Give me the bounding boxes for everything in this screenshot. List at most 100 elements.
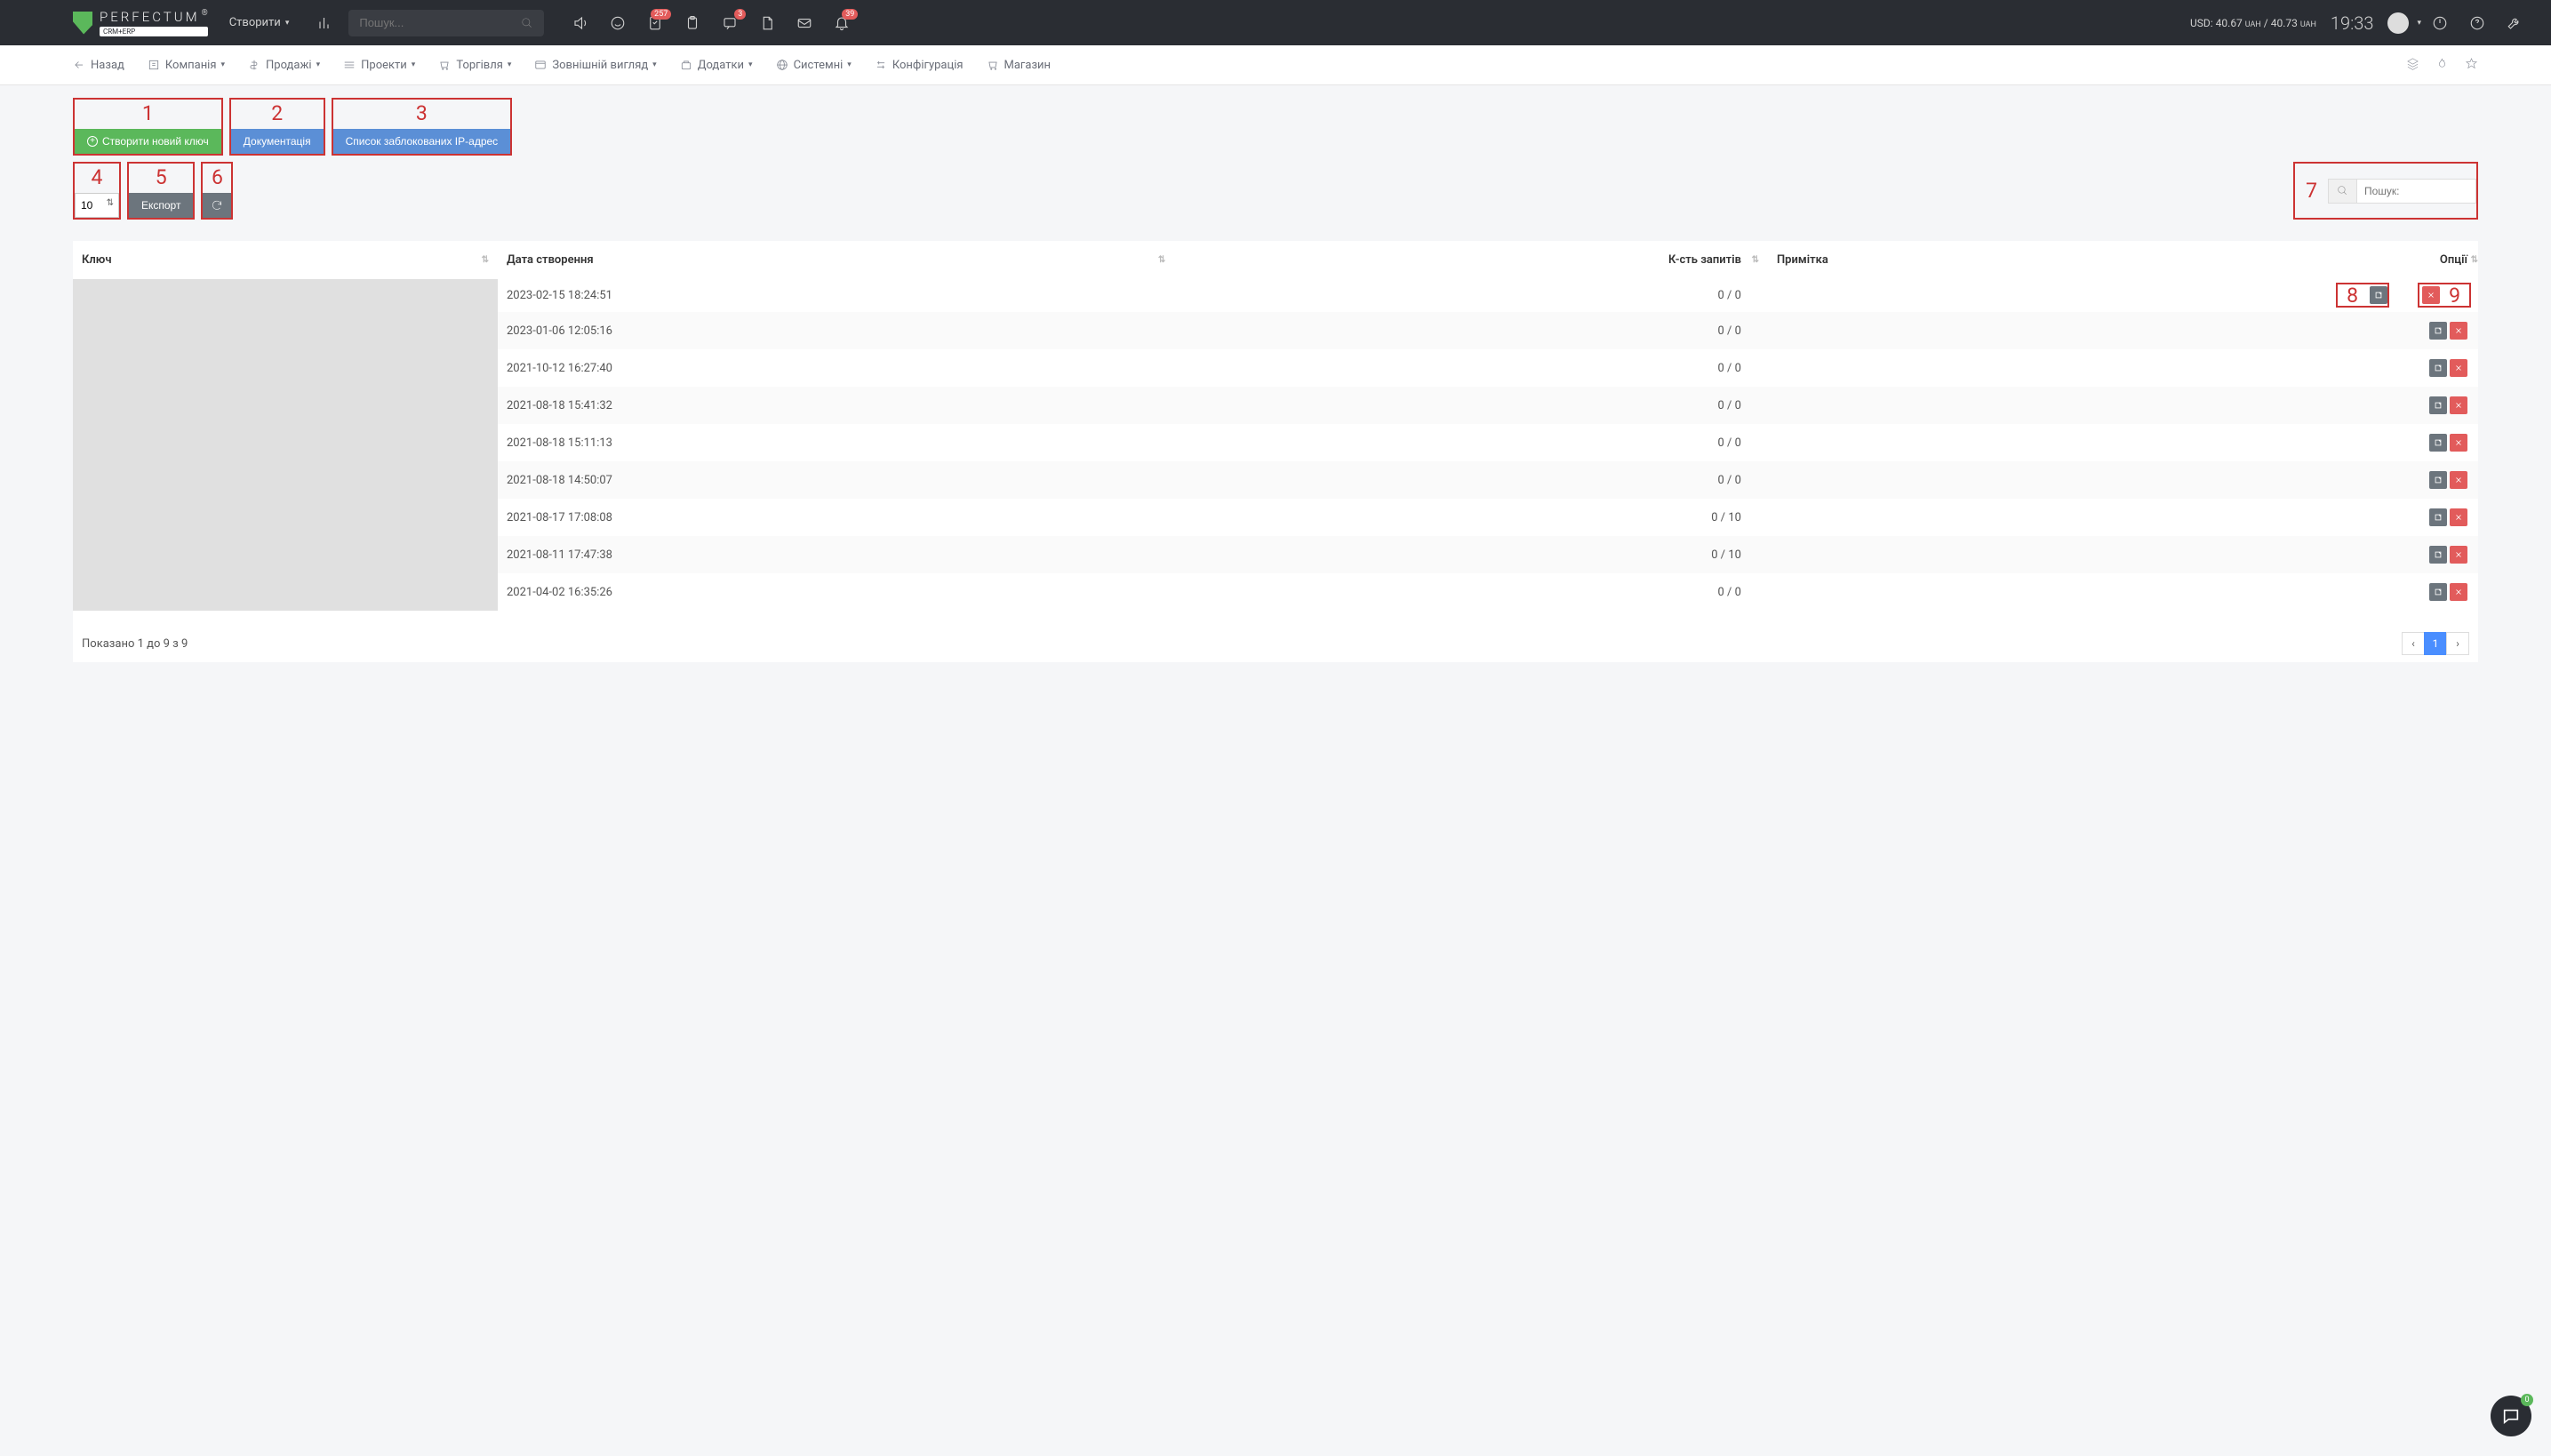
edit-button[interactable]: [2429, 546, 2447, 564]
date-cell: 2021-08-17 17:08:08: [498, 499, 1174, 536]
edit-button[interactable]: [2429, 359, 2447, 377]
nav-trade[interactable]: Торгівля▾: [438, 59, 511, 72]
delete-button[interactable]: [2450, 322, 2467, 340]
delete-button[interactable]: [2450, 471, 2467, 489]
page-next[interactable]: ›: [2446, 632, 2469, 655]
chat-fab-badge: 0: [2521, 1394, 2533, 1406]
table-row: 2023-02-15 18:24:510 / 089: [73, 279, 2478, 312]
pagination-info: Показано 1 до 9 з 9: [82, 637, 188, 651]
global-search[interactable]: [348, 10, 544, 36]
document-icon[interactable]: [758, 14, 776, 32]
user-menu-caret[interactable]: ▾: [2417, 19, 2421, 28]
sound-icon[interactable]: [572, 14, 589, 32]
note-cell: [1768, 424, 2147, 461]
mail-icon[interactable]: [796, 14, 813, 32]
blocked-ips-button[interactable]: Список заблокованих IP-адрес: [333, 129, 511, 154]
nav-back[interactable]: Назад: [73, 59, 124, 72]
chat-fab[interactable]: 0: [2491, 1396, 2531, 1436]
note-cell: [1768, 536, 2147, 573]
flame-icon[interactable]: [2435, 57, 2449, 74]
requests-cell: 0 / 10: [1174, 499, 1768, 536]
date-cell: 2021-08-11 17:47:38: [498, 536, 1174, 573]
note-cell: [1768, 461, 2147, 499]
nav-system[interactable]: Системні▾: [776, 59, 852, 72]
api-keys-table: Ключ⇅ Дата створення⇅ К-сть запитів⇅ При…: [73, 241, 2478, 611]
col-note[interactable]: Примітка: [1768, 241, 2147, 279]
date-cell: 2023-01-06 12:05:16: [498, 312, 1174, 349]
create-key-button[interactable]: +Створити новий ключ: [75, 129, 221, 154]
requests-cell: 0 / 0: [1174, 349, 1768, 387]
user-avatar[interactable]: [2387, 12, 2409, 34]
date-cell: 2021-08-18 14:50:07: [498, 461, 1174, 499]
clock: 19:33: [2331, 12, 2374, 34]
chat-icon[interactable]: 3: [721, 14, 739, 32]
date-cell: 2021-08-18 15:11:13: [498, 424, 1174, 461]
help-icon[interactable]: [2468, 14, 2486, 32]
delete-button[interactable]: [2450, 583, 2467, 601]
col-key[interactable]: Ключ⇅: [73, 241, 498, 279]
requests-cell: 0 / 10: [1174, 536, 1768, 573]
search-icon: [521, 17, 533, 29]
documentation-button[interactable]: Документація: [231, 129, 324, 154]
layers-icon[interactable]: [2406, 57, 2419, 74]
top-header: PERFECTUM® CRM+ERP Створити▾ 257 3 39 US…: [0, 0, 2551, 45]
nav-shop[interactable]: Магазин: [987, 59, 1052, 72]
options-cell: [2147, 573, 2478, 611]
edit-button[interactable]: [2370, 286, 2387, 304]
edit-button[interactable]: [2429, 471, 2447, 489]
bell-icon[interactable]: 39: [833, 14, 851, 32]
page-size-select[interactable]: 10: [75, 193, 119, 218]
logo-mark-icon: [73, 12, 92, 35]
messages-icon[interactable]: [609, 14, 627, 32]
currency-rates: USD: 40.67 UAH / 40.73 UAH: [2190, 17, 2316, 29]
export-button[interactable]: Експорт: [129, 193, 193, 218]
power-icon[interactable]: [2431, 14, 2449, 32]
star-icon[interactable]: [2465, 57, 2478, 74]
nav-projects[interactable]: Проекти▾: [343, 59, 415, 72]
options-cell: [2147, 424, 2478, 461]
global-search-input[interactable]: [359, 16, 521, 29]
col-options[interactable]: Опції⇅: [2147, 241, 2478, 279]
edit-button[interactable]: [2429, 508, 2447, 526]
page-prev[interactable]: ‹: [2402, 632, 2425, 655]
tasks-icon[interactable]: 257: [646, 14, 664, 32]
edit-button[interactable]: [2429, 396, 2447, 414]
date-cell: 2021-04-02 16:35:26: [498, 573, 1174, 611]
stats-icon[interactable]: [316, 14, 334, 32]
nav-appearance[interactable]: Зовнішній вигляд▾: [534, 59, 656, 72]
col-date[interactable]: Дата створення⇅: [498, 241, 1174, 279]
options-cell: [2147, 387, 2478, 424]
edit-button[interactable]: [2429, 583, 2447, 601]
key-cell-obscured: [73, 279, 498, 611]
delete-button[interactable]: [2450, 359, 2467, 377]
edit-button[interactable]: [2429, 434, 2447, 452]
note-cell: [1768, 349, 2147, 387]
logo-subtitle: CRM+ERP: [100, 27, 208, 36]
requests-cell: 0 / 0: [1174, 461, 1768, 499]
nav-company[interactable]: Компанія▾: [148, 59, 225, 72]
create-dropdown[interactable]: Створити▾: [229, 16, 290, 29]
note-cell: [1768, 573, 2147, 611]
wrench-icon[interactable]: [2506, 14, 2523, 32]
options-cell: [2147, 461, 2478, 499]
nav-sales[interactable]: Продажі▾: [248, 59, 320, 72]
delete-button[interactable]: [2450, 546, 2467, 564]
delete-button[interactable]: [2450, 508, 2467, 526]
delete-button[interactable]: [2450, 396, 2467, 414]
nav-config[interactable]: Конфігурація: [875, 59, 964, 72]
col-requests[interactable]: К-сть запитів⇅: [1174, 241, 1768, 279]
page-1[interactable]: 1: [2424, 632, 2447, 655]
nav-addons[interactable]: Додатки▾: [680, 59, 753, 72]
options-cell: 89: [2147, 279, 2478, 312]
options-cell: [2147, 499, 2478, 536]
logo[interactable]: PERFECTUM® CRM+ERP: [73, 9, 208, 36]
table-search-input[interactable]: [2356, 179, 2476, 204]
delete-button[interactable]: [2450, 434, 2467, 452]
date-cell: 2021-10-12 16:27:40: [498, 349, 1174, 387]
refresh-button[interactable]: [203, 193, 231, 218]
delete-button[interactable]: [2422, 286, 2440, 304]
clipboard-icon[interactable]: [684, 14, 701, 32]
requests-cell: 0 / 0: [1174, 279, 1768, 312]
edit-button[interactable]: [2429, 322, 2447, 340]
date-cell: 2021-08-18 15:41:32: [498, 387, 1174, 424]
